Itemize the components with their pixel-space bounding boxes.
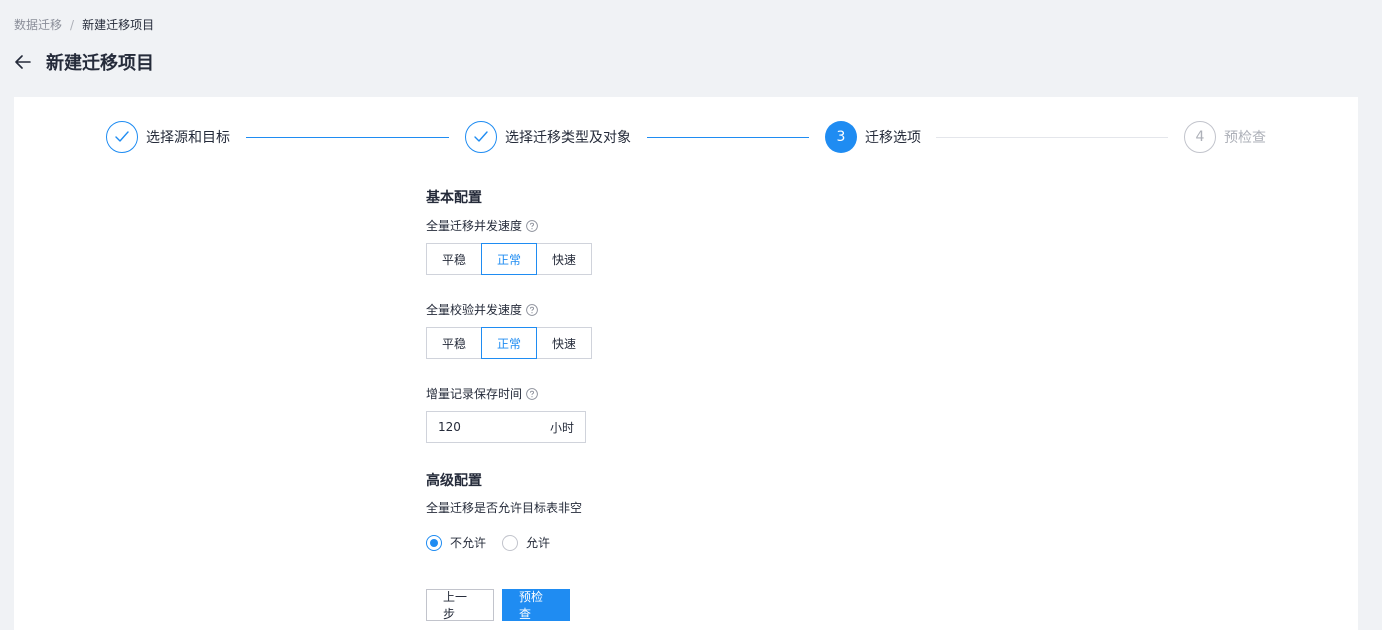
page-title: 新建迁移项目 (46, 53, 154, 74)
speed-option-fast[interactable]: 快速 (536, 243, 592, 275)
full-migration-speed-segment: 平稳 正常 快速 (426, 243, 946, 275)
radio-not-allow[interactable]: 不允许 (426, 534, 486, 551)
verify-option-fast[interactable]: 快速 (536, 327, 592, 359)
target-nonempty-radio-group: 不允许 允许 (426, 534, 946, 551)
verify-option-normal[interactable]: 正常 (481, 327, 537, 359)
advanced-config-title: 高级配置 (426, 473, 482, 489)
radio-checked-icon (426, 534, 442, 551)
check-icon (106, 121, 138, 153)
breadcrumb-current: 新建迁移项目 (82, 18, 155, 32)
radio-unchecked-icon (502, 534, 519, 551)
step-1-label: 选择源和目标 (146, 130, 230, 146)
full-migration-speed-text: 全量迁移并发速度 (426, 219, 523, 233)
step-3-label: 迁移选项 (865, 130, 921, 146)
speed-option-normal[interactable]: 正常 (481, 243, 537, 275)
retention-hours-input[interactable]: 120 小时 (426, 411, 586, 443)
form-actions: 上一步 预检查 (426, 589, 946, 621)
step-4: 4 预检查 (1184, 121, 1266, 153)
content-card: 选择源和目标 选择迁移类型及对象 3 迁移选项 4 预检查 基本配置 全量迁移并… (14, 97, 1358, 630)
breadcrumb: 数据迁移 / 新建迁移项目 (14, 16, 154, 33)
step-connector-2 (647, 137, 809, 138)
step-1: 选择源和目标 (106, 121, 230, 153)
step-4-number: 4 (1184, 121, 1216, 153)
full-migration-speed-label: 全量迁移并发速度 (426, 217, 946, 234)
basic-config-title: 基本配置 (426, 190, 482, 206)
full-verify-speed-text: 全量校验并发速度 (426, 303, 523, 317)
step-2-label: 选择迁移类型及对象 (505, 130, 631, 146)
step-3-number: 3 (825, 121, 857, 153)
speed-option-steady[interactable]: 平稳 (426, 243, 482, 275)
full-verify-speed-segment: 平稳 正常 快速 (426, 327, 946, 359)
radio-not-allow-label: 不允许 (450, 536, 487, 550)
radio-allow-label: 允许 (526, 536, 551, 550)
help-icon[interactable] (526, 303, 538, 316)
full-verify-speed-label: 全量校验并发速度 (426, 301, 946, 318)
retention-hours-unit: 小时 (549, 420, 574, 435)
prev-step-button[interactable]: 上一步 (426, 589, 494, 621)
precheck-button[interactable]: 预检查 (502, 589, 570, 621)
step-connector-3 (936, 137, 1168, 138)
retention-hours-value: 120 (438, 420, 461, 434)
page-header: 新建迁移项目 (14, 50, 154, 74)
breadcrumb-link-data-migration[interactable]: 数据迁移 (14, 16, 62, 33)
help-icon[interactable] (526, 387, 538, 400)
incremental-retention-label: 增量记录保存时间 (426, 385, 946, 402)
help-icon[interactable] (526, 219, 538, 232)
stepper: 选择源和目标 选择迁移类型及对象 3 迁移选项 4 预检查 (106, 121, 1276, 153)
radio-allow[interactable]: 允许 (502, 534, 550, 551)
step-connector-1 (246, 137, 449, 138)
step-3: 3 迁移选项 (825, 121, 921, 153)
step-2: 选择迁移类型及对象 (465, 121, 631, 153)
verify-option-steady[interactable]: 平稳 (426, 327, 482, 359)
arrow-left-icon[interactable] (14, 53, 32, 71)
migration-options-form: 基本配置 全量迁移并发速度 平稳 正常 快速 全量校验并发速度 平稳 正常 快速 (426, 187, 946, 621)
breadcrumb-separator: / (70, 17, 75, 32)
target-nonempty-label: 全量迁移是否允许目标表非空 (426, 501, 583, 515)
check-icon (465, 121, 497, 153)
step-4-label: 预检查 (1224, 130, 1266, 146)
incremental-retention-text: 增量记录保存时间 (426, 387, 523, 401)
